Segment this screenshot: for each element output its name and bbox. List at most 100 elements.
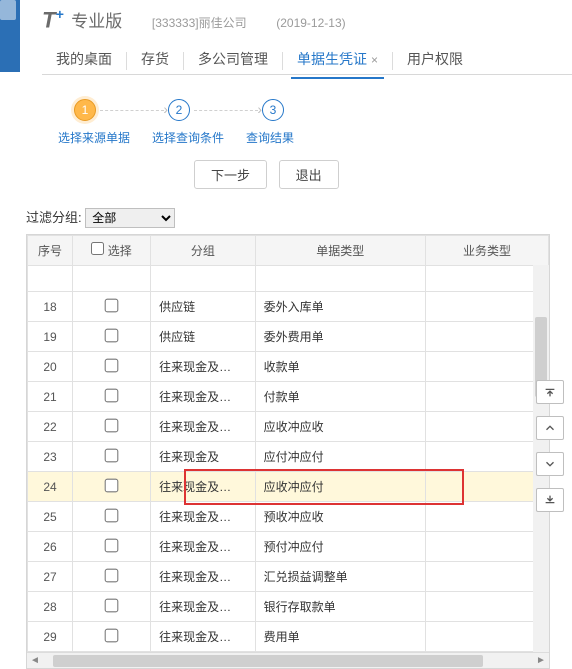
table-row[interactable]: 24往来现金及…应收冲应付 — [28, 472, 549, 502]
table-row[interactable]: 23往来现金及应付冲应付 — [28, 442, 549, 472]
filter-label: 过滤分组: — [26, 210, 82, 225]
cell-seq: 23 — [28, 442, 73, 472]
cell-type: 委外入库单 — [255, 292, 425, 322]
header-date: (2019-12-13) — [276, 16, 345, 30]
col-seq[interactable]: 序号 — [28, 236, 73, 266]
wizard-steps: 1 2 3 选择来源单据 选择查询条件 查询结果 下一步 退出 — [74, 99, 572, 189]
cell-seq: 19 — [28, 322, 73, 352]
cell-select[interactable] — [73, 292, 151, 322]
table-row[interactable]: 18供应链委外入库单 — [28, 292, 549, 322]
row-checkbox[interactable] — [105, 389, 119, 403]
cell-biz — [425, 292, 548, 322]
cell-seq: 20 — [28, 352, 73, 382]
col-type[interactable]: 单据类型 — [255, 236, 425, 266]
wizard-connector — [100, 110, 164, 111]
cell-select[interactable] — [73, 412, 151, 442]
cell-type: 付款单 — [255, 382, 425, 412]
cell-biz — [425, 502, 548, 532]
close-icon[interactable]: × — [371, 53, 378, 67]
cell-group: 往来现金及… — [151, 592, 256, 622]
cell-group: 往来现金及… — [151, 532, 256, 562]
cell-biz — [425, 532, 548, 562]
cell-type: 费用单 — [255, 622, 425, 652]
cell-biz — [425, 322, 548, 352]
cell-group: 供应链 — [151, 322, 256, 352]
table-row[interactable]: 21往来现金及…付款单 — [28, 382, 549, 412]
cell-type: 应付冲应付 — [255, 442, 425, 472]
cell-biz — [425, 622, 548, 652]
move-top-button[interactable] — [536, 380, 564, 404]
row-checkbox[interactable] — [105, 569, 119, 583]
brand-logo: T+ — [42, 6, 64, 33]
wizard-step-1[interactable]: 1 — [74, 99, 96, 121]
table-row[interactable]: 26往来现金及…预付冲应付 — [28, 532, 549, 562]
row-checkbox[interactable] — [105, 599, 119, 613]
tab-4[interactable]: 用户权限 — [393, 41, 477, 78]
cell-select[interactable] — [73, 442, 151, 472]
scroll-right-icon[interactable]: ► — [533, 653, 549, 669]
row-checkbox[interactable] — [105, 629, 119, 643]
main-tabs: 我的桌面存货多公司管理单据生凭证×用户权限 — [42, 41, 572, 75]
cell-select[interactable] — [73, 592, 151, 622]
next-button[interactable]: 下一步 — [194, 160, 267, 189]
row-checkbox[interactable] — [105, 509, 119, 523]
tab-2[interactable]: 多公司管理 — [184, 41, 282, 78]
row-checkbox[interactable] — [105, 299, 119, 313]
cell-select[interactable] — [73, 352, 151, 382]
move-down-button[interactable] — [536, 452, 564, 476]
scrollbar-thumb[interactable] — [53, 655, 483, 667]
cell-type: 预收冲应收 — [255, 502, 425, 532]
source-doc-table: 序号 选择 分组 单据类型 业务类型 18供应链委外入库单19供应链委外费用单2… — [26, 234, 550, 669]
row-checkbox[interactable] — [105, 419, 119, 433]
cell-select[interactable] — [73, 532, 151, 562]
scroll-left-icon[interactable]: ◄ — [27, 653, 43, 669]
filter-row: 过滤分组: 全部 — [26, 207, 572, 228]
cell-biz — [425, 382, 548, 412]
cell-seq: 29 — [28, 622, 73, 652]
cell-select[interactable] — [73, 472, 151, 502]
wizard-step-2[interactable]: 2 — [168, 99, 190, 121]
table-row[interactable]: 19供应链委外费用单 — [28, 322, 549, 352]
cell-select[interactable] — [73, 502, 151, 532]
tab-0[interactable]: 我的桌面 — [42, 41, 126, 78]
table-row[interactable]: 25往来现金及…预收冲应收 — [28, 502, 549, 532]
cell-type: 收款单 — [255, 352, 425, 382]
table-row[interactable]: 29 往来现金及…费用单 — [28, 622, 549, 652]
cell-select[interactable] — [73, 382, 151, 412]
col-select[interactable]: 选择 — [73, 236, 151, 266]
cell-group: 往来现金及… — [151, 622, 256, 652]
cell-type: 汇兑损益调整单 — [255, 562, 425, 592]
table-row[interactable]: 28往来现金及…银行存取款单 — [28, 592, 549, 622]
cell-group: 往来现金及… — [151, 562, 256, 592]
select-all-checkbox[interactable] — [91, 242, 104, 255]
cell-group: 往来现金及… — [151, 472, 256, 502]
cell-biz — [425, 352, 548, 382]
wizard-step-2-label: 选择查询条件 — [152, 129, 224, 146]
row-checkbox[interactable] — [105, 449, 119, 463]
move-bottom-button[interactable] — [536, 488, 564, 512]
cell-biz — [425, 442, 548, 472]
cell-select[interactable] — [73, 562, 151, 592]
row-checkbox[interactable] — [105, 479, 119, 493]
cell-biz — [425, 562, 548, 592]
row-checkbox[interactable] — [105, 329, 119, 343]
col-biz[interactable]: 业务类型 — [425, 236, 548, 266]
cell-group: 供应链 — [151, 292, 256, 322]
col-group[interactable]: 分组 — [151, 236, 256, 266]
row-checkbox[interactable] — [105, 539, 119, 553]
edition-label: 专业版 — [71, 12, 122, 31]
exit-button[interactable]: 退出 — [279, 160, 339, 189]
table-row[interactable] — [28, 266, 549, 292]
move-up-button[interactable] — [536, 416, 564, 440]
table-row[interactable]: 22往来现金及…应收冲应收 — [28, 412, 549, 442]
row-checkbox[interactable] — [105, 359, 119, 373]
tab-3[interactable]: 单据生凭证× — [283, 41, 392, 78]
filter-group-select[interactable]: 全部 — [85, 208, 175, 228]
table-row[interactable]: 20往来现金及…收款单 — [28, 352, 549, 382]
cell-select[interactable] — [73, 322, 151, 352]
horizontal-scrollbar[interactable]: ◄ ► — [27, 652, 549, 668]
table-row[interactable]: 27往来现金及…汇兑损益调整单 — [28, 562, 549, 592]
wizard-step-3[interactable]: 3 — [262, 99, 284, 121]
tab-1[interactable]: 存货 — [127, 41, 183, 78]
cell-select[interactable] — [73, 622, 151, 652]
